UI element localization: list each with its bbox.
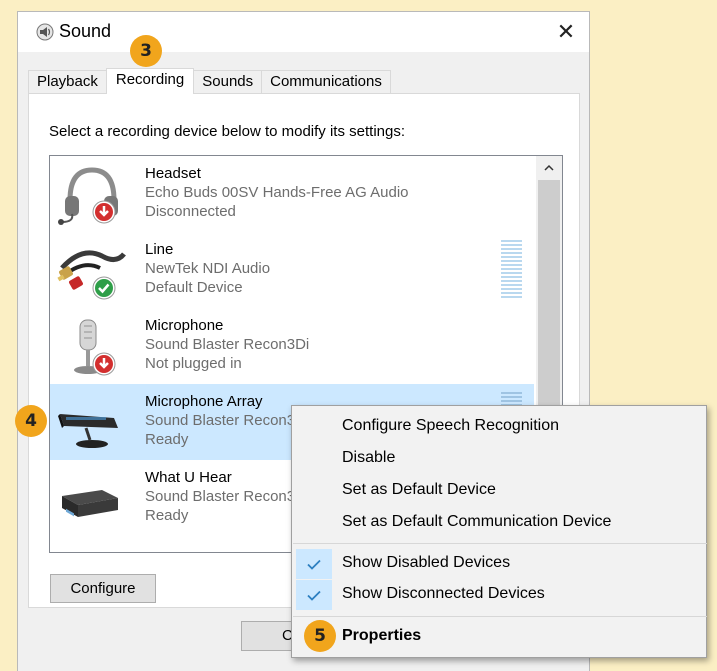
menu-item-label: Disable: [342, 449, 396, 466]
device-name: Line: [145, 241, 174, 258]
tab-sounds[interactable]: Sounds: [193, 70, 263, 94]
title-bar: Sound ✕: [18, 12, 589, 52]
device-status: Default Device: [145, 279, 243, 296]
line-in-cable-icon: [57, 250, 126, 300]
tab-playback[interactable]: Playback: [28, 70, 107, 94]
device-name: Microphone: [145, 317, 224, 334]
menu-item-set-default-device[interactable]: Set as Default Device: [292, 476, 706, 506]
step-badge-4: 4: [15, 405, 47, 437]
audio-device-icon: [62, 490, 118, 517]
microphone-array-icon: [58, 414, 118, 448]
tab-communications[interactable]: Communications: [261, 70, 391, 94]
device-name: Microphone Array: [145, 393, 263, 410]
speaker-icon: [36, 23, 54, 41]
menu-item-label: Set as Default Communication Device: [342, 513, 612, 530]
menu-item-label: Set as Default Device: [342, 481, 496, 498]
menu-item-show-disconnected-devices[interactable]: Show Disconnected Devices: [292, 580, 706, 610]
close-button[interactable]: ✕: [543, 12, 589, 52]
checkmark-icon: [296, 549, 332, 579]
default-check-icon: [92, 276, 116, 300]
menu-separator: [293, 616, 707, 617]
chevron-up-icon: [544, 164, 554, 171]
device-description: Sound Blaster Recon3Di: [145, 336, 310, 353]
menu-item-label: Properties: [342, 627, 422, 644]
menu-item-disable[interactable]: Disable: [292, 444, 706, 474]
window-title: Sound: [59, 21, 112, 41]
device-name: Headset: [145, 165, 201, 182]
device-status: Ready: [145, 431, 189, 448]
context-menu: Configure Speech Recognition Disable Set…: [291, 405, 707, 658]
device-description: Sound Blaster Recon3Di: [145, 488, 310, 505]
menu-item-set-default-communication-device[interactable]: Set as Default Communication Device: [292, 508, 706, 538]
device-status: Not plugged in: [145, 355, 242, 372]
scroll-up-button[interactable]: [536, 156, 562, 178]
tab-strip: Playback Recording Sounds Communications: [28, 68, 391, 94]
device-item-headset[interactable]: Headset Echo Buds 00SV Hands-Free AG Aud…: [50, 156, 534, 232]
device-name: What U Hear: [145, 469, 232, 486]
device-description: NewTek NDI Audio: [145, 260, 271, 277]
step-badge-3: 3: [130, 35, 162, 67]
device-item-microphone[interactable]: Microphone Sound Blaster Recon3Di Not pl…: [50, 308, 534, 384]
menu-item-properties[interactable]: Properties: [292, 622, 706, 652]
unplugged-arrow-icon: [92, 352, 116, 376]
level-meter: [501, 240, 522, 298]
device-description: Echo Buds 00SV Hands-Free AG Audio: [145, 184, 409, 201]
headset-icon: [58, 167, 118, 225]
menu-item-label: Show Disabled Devices: [342, 554, 511, 571]
device-description: Sound Blaster Recon3Di: [145, 412, 310, 429]
tab-recording[interactable]: Recording: [105, 68, 195, 94]
menu-item-configure-speech-recognition[interactable]: Configure Speech Recognition: [292, 412, 706, 442]
menu-item-label: Configure Speech Recognition: [342, 417, 560, 434]
instruction-text: Select a recording device below to modif…: [49, 123, 406, 140]
step-badge-5: 5: [304, 620, 336, 652]
device-status: Disconnected: [145, 203, 236, 220]
checkmark-icon: [296, 580, 332, 610]
device-item-line[interactable]: Line NewTek NDI Audio Default Device: [50, 232, 534, 308]
disconnected-arrow-icon: [92, 200, 116, 224]
device-status: Ready: [145, 507, 189, 524]
configure-button[interactable]: Configure: [50, 574, 156, 603]
menu-item-label: Show Disconnected Devices: [342, 585, 545, 602]
menu-item-show-disabled-devices[interactable]: Show Disabled Devices: [292, 549, 706, 579]
microphone-icon: [74, 319, 116, 376]
menu-separator: [293, 543, 707, 544]
